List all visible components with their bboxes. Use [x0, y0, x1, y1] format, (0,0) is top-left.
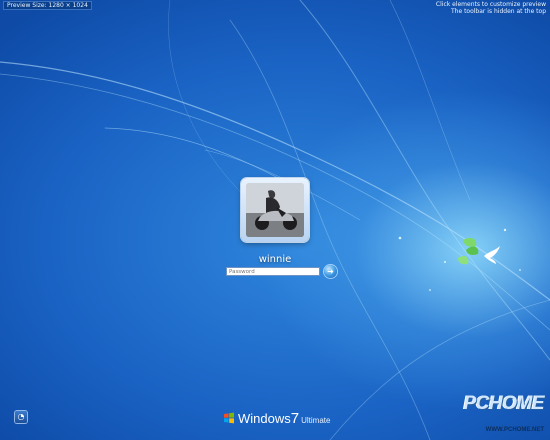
hint-line-1: Click elements to customize preview [435, 1, 546, 8]
ease-of-access-icon[interactable]: ◔ [15, 411, 27, 423]
password-input[interactable] [226, 267, 320, 276]
pchome-watermark: PCHOME WWW.PCHOME.NET [452, 385, 548, 437]
watermark-url: WWW.PCHOME.NET [485, 427, 544, 433]
windows-flag-icon [224, 412, 234, 424]
user-tile[interactable] [241, 178, 309, 242]
arrow-right-icon[interactable]: ➜ [324, 265, 337, 278]
brand-windows: Windows [238, 411, 291, 426]
brand-edition: Ultimate [301, 416, 331, 425]
username-label: winnie [258, 254, 292, 265]
preview-size-label: Preview Size: 1280 × 1024 [3, 1, 92, 10]
user-avatar [246, 183, 304, 237]
windows-brand: Windows7 Ultimate [223, 408, 330, 428]
hint-line-2: The toolbar is hidden at the top [451, 8, 546, 15]
top-bar: Preview Size: 1280 × 1024 Click elements… [0, 0, 550, 15]
brand-version: 7 [290, 410, 300, 427]
watermark-logo-text: PCHOME [463, 393, 545, 414]
toolbar-hint: Click elements to customize preview The … [436, 1, 546, 15]
